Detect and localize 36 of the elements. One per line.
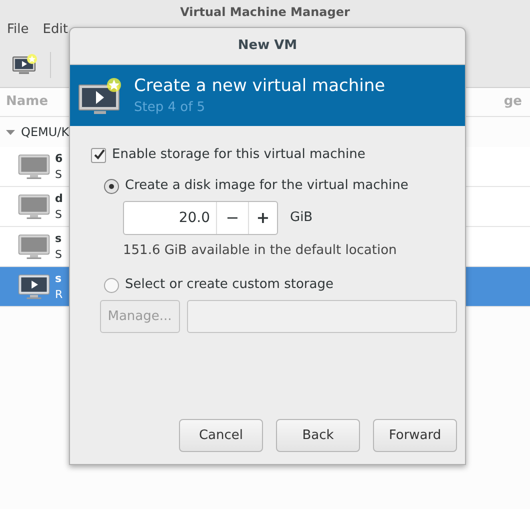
vm-status: S	[55, 246, 62, 262]
unit-label: GiB	[290, 209, 313, 228]
increment-button[interactable]: +	[248, 202, 277, 234]
expander-icon[interactable]	[6, 128, 15, 136]
vm-status: S	[55, 206, 63, 222]
monitor-icon	[18, 194, 50, 220]
monitor-icon	[78, 76, 122, 116]
radio-label[interactable]: Select or create custom storage	[125, 275, 334, 295]
monitor-icon	[18, 274, 50, 300]
dialog-button[interactable]: Cancel	[179, 419, 263, 452]
new-vm-icon[interactable]	[12, 54, 38, 76]
checkbox[interactable]	[91, 148, 106, 162]
vm-name: s	[55, 270, 63, 286]
monitor-icon	[18, 154, 50, 180]
available-space-text: 151.6 GiB available in the default location	[123, 242, 398, 260]
vm-name: 6	[55, 150, 63, 166]
menu-item[interactable]: Edit	[42, 20, 68, 40]
dialog-button[interactable]: Back	[276, 419, 360, 452]
window-title: Virtual Machine Manager	[180, 6, 350, 18]
radio-button[interactable]	[104, 178, 119, 194]
checkbox-label[interactable]: Enable storage for this virtual machine	[112, 145, 366, 165]
menu-item[interactable]: File	[7, 20, 29, 40]
vm-status: S	[55, 166, 63, 182]
disk-size-spinbox[interactable]: 20.0 − +	[123, 201, 278, 235]
radio-label[interactable]: Create a disk image for the virtual machine	[125, 176, 408, 196]
vm-status: R	[55, 286, 63, 302]
decrement-button[interactable]: −	[216, 202, 248, 234]
connection-label: QEMU/K	[21, 124, 70, 141]
step-label: Step 4 of 5	[134, 98, 206, 116]
monitor-icon	[18, 234, 50, 260]
dialog-title: New VM	[238, 37, 298, 56]
banner-title: Create a new virtual machine	[134, 74, 386, 98]
vm-name: d	[55, 190, 63, 206]
radio-button[interactable]	[104, 278, 119, 292]
vm-name: s	[55, 230, 62, 246]
dialog-button[interactable]: Forward	[373, 419, 457, 452]
